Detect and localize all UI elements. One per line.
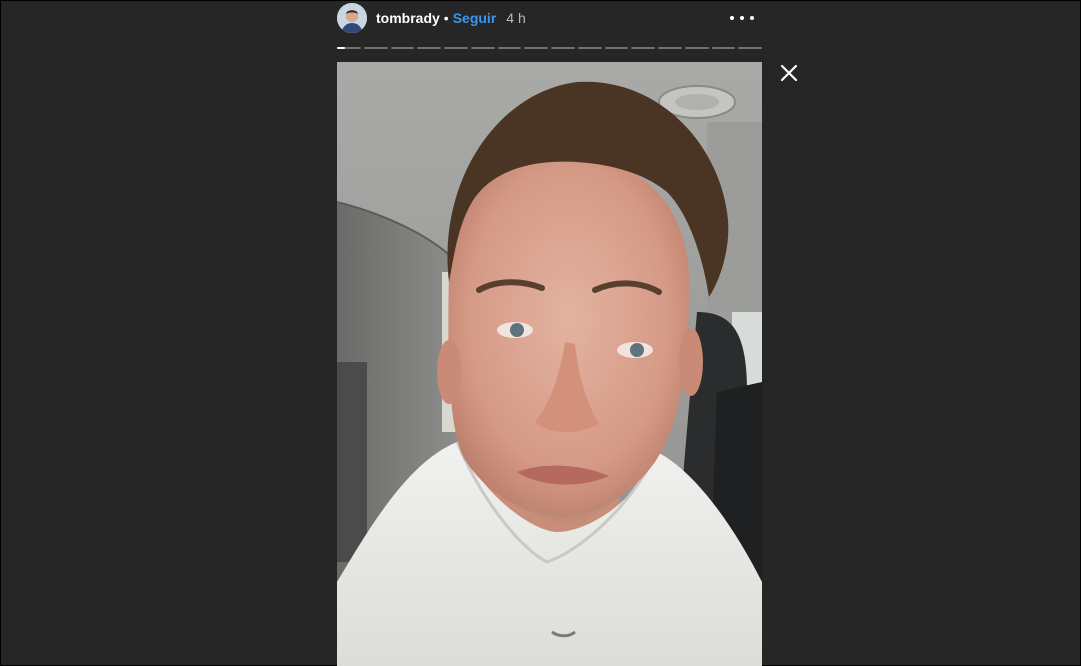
progress-segment	[390, 47, 415, 49]
more-options-icon[interactable]	[730, 8, 754, 28]
progress-segment	[577, 47, 602, 49]
avatar[interactable]	[337, 3, 367, 33]
more-dot	[750, 16, 754, 20]
separator-dot: •	[443, 10, 449, 26]
close-icon[interactable]	[778, 62, 800, 84]
progress-segment	[417, 47, 441, 49]
story-video[interactable]	[337, 62, 762, 666]
progress-segment	[551, 47, 575, 49]
more-dot	[740, 16, 744, 20]
progress-segment	[444, 47, 468, 49]
story-timestamp: 4 h	[506, 10, 526, 26]
progress-fill	[337, 47, 346, 49]
progress-segment	[497, 47, 522, 49]
more-dot	[730, 16, 734, 20]
progress-segment	[658, 47, 682, 49]
story-progress	[337, 47, 762, 49]
story-video-frame	[337, 62, 762, 666]
progress-segment	[363, 47, 388, 49]
progress-segment	[470, 47, 495, 49]
progress-segment	[738, 47, 762, 49]
follow-button[interactable]: Seguir	[453, 10, 497, 26]
username[interactable]: tombrady	[376, 10, 440, 26]
progress-segment	[711, 47, 736, 49]
progress-segment	[684, 47, 709, 49]
progress-segment	[631, 47, 655, 49]
story-header: tombrady • Seguir 4 h	[337, 2, 762, 34]
progress-segment	[524, 47, 548, 49]
progress-segment	[337, 47, 361, 49]
progress-segment	[604, 47, 629, 49]
